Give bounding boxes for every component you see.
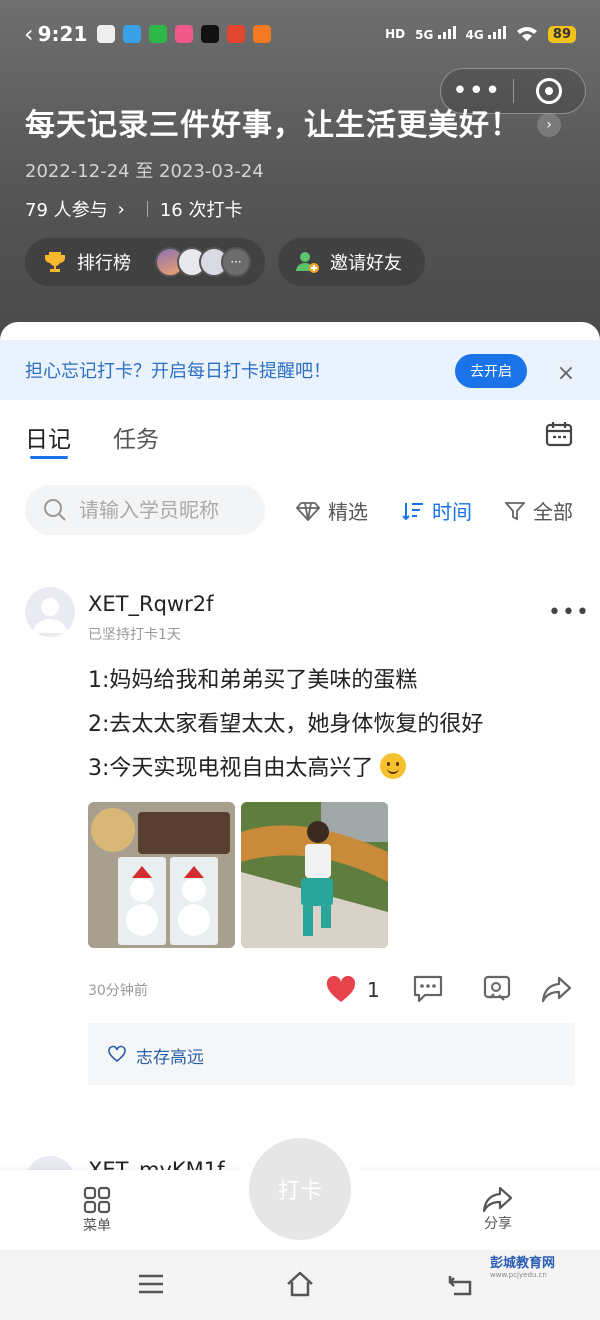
camp-date-range: 2022-12-24 至 2023-03-24 bbox=[25, 161, 264, 182]
chevron-right-icon[interactable]: › bbox=[537, 113, 561, 137]
back-arrow-icon[interactable]: ‹ bbox=[24, 20, 34, 48]
search-icon bbox=[44, 499, 66, 521]
signal-4g: 4G bbox=[466, 26, 506, 42]
liker-name[interactable]: 志存高远 bbox=[136, 1043, 204, 1068]
smile-emoji-icon bbox=[380, 753, 407, 779]
app-icon bbox=[227, 25, 246, 43]
signal-5g: 5G bbox=[415, 26, 456, 42]
post-timestamp: 30分钟前 bbox=[88, 983, 148, 999]
search-input[interactable] bbox=[79, 498, 249, 522]
leaderboard-avatars: ··· bbox=[155, 247, 251, 277]
watermark-logo: 彭城教育网 www.pcjyedu.cn bbox=[490, 1256, 556, 1279]
share-button[interactable]: 分享 bbox=[482, 1185, 514, 1233]
notification-icons bbox=[97, 25, 272, 43]
filter-time-label: 时间 bbox=[432, 500, 472, 524]
more-options-icon[interactable]: ••• bbox=[548, 600, 590, 625]
post-text-line: 1:妈妈给我和弟弟买了美味的蛋糕 bbox=[88, 668, 418, 693]
tab-diary[interactable]: 日记 bbox=[25, 420, 71, 454]
share-arrow-icon bbox=[482, 1186, 513, 1213]
signal-bars-icon bbox=[487, 26, 506, 39]
status-bar: ‹ 9:21 HD 5G 4G 89 bbox=[24, 14, 576, 54]
app-icon bbox=[253, 25, 272, 43]
share-arrow-icon[interactable] bbox=[541, 974, 573, 1004]
trophy-icon bbox=[45, 252, 65, 272]
invite-label: 邀请好友 bbox=[330, 253, 402, 274]
battery-indicator: 89 bbox=[547, 25, 576, 43]
chevron-right-icon[interactable]: › bbox=[118, 199, 125, 220]
filter-featured[interactable]: 精选 bbox=[296, 496, 368, 525]
search-bar[interactable] bbox=[25, 485, 265, 535]
post-photo-child[interactable] bbox=[241, 802, 388, 948]
menu-button[interactable]: 菜单 bbox=[82, 1185, 112, 1235]
back-icon[interactable] bbox=[444, 1270, 474, 1298]
status-right: HD 5G 4G 89 bbox=[385, 25, 576, 43]
close-miniprogram-icon[interactable] bbox=[514, 78, 586, 104]
post-text-line: 2:去太太家看望太太，她身体恢复的很好 bbox=[88, 712, 484, 737]
diamond-icon bbox=[296, 501, 320, 521]
filter-featured-label: 精选 bbox=[328, 500, 368, 524]
participants-count[interactable]: 79 人参与 bbox=[25, 196, 108, 222]
active-tab-indicator bbox=[30, 456, 68, 459]
avatar[interactable] bbox=[25, 587, 75, 637]
more-icon[interactable]: ••• bbox=[441, 78, 513, 104]
status-time: 9:21 bbox=[37, 22, 88, 46]
leaderboard-label: 排行榜 bbox=[77, 253, 131, 274]
tab-bar: 日记 任务 bbox=[25, 420, 159, 454]
filter-icon bbox=[505, 501, 525, 520]
app-icon bbox=[175, 25, 194, 43]
enable-reminder-button[interactable]: 去开启 bbox=[455, 354, 527, 388]
signal-bars-icon bbox=[437, 26, 456, 39]
post-text-line-3: 3:今天实现电视自由太高兴了 bbox=[88, 750, 407, 782]
tab-tasks[interactable]: 任务 bbox=[113, 420, 159, 454]
heart-filled-icon[interactable] bbox=[326, 975, 356, 1003]
comment-icon[interactable] bbox=[412, 974, 444, 1004]
invite-friends-button[interactable]: 邀请好友 bbox=[278, 238, 425, 286]
post-username[interactable]: XET_Rqwr2f bbox=[88, 592, 213, 616]
app-icon bbox=[201, 25, 220, 43]
grid-menu-icon bbox=[83, 1186, 111, 1214]
share-label: 分享 bbox=[484, 1216, 512, 1232]
wifi-icon bbox=[516, 27, 537, 41]
filter-all[interactable]: 全部 bbox=[505, 496, 573, 525]
filter-all-label: 全部 bbox=[533, 500, 573, 524]
post-photo-cake[interactable] bbox=[88, 802, 235, 948]
review-icon[interactable] bbox=[482, 974, 514, 1004]
checkin-count: 16 次打卡 bbox=[159, 200, 243, 221]
camp-header: ‹ 9:21 HD 5G 4G 89 ••• 每天记录三件好事，让生活更美好！ … bbox=[0, 0, 600, 345]
menu-label: 菜单 bbox=[83, 1218, 111, 1234]
sort-icon bbox=[402, 502, 423, 520]
close-icon[interactable]: × bbox=[556, 363, 576, 385]
camp-title: 每天记录三件好事，让生活更美好！ bbox=[25, 108, 521, 143]
app-icon bbox=[97, 25, 116, 43]
add-person-icon bbox=[296, 252, 319, 273]
reminder-text: 担心忘记打卡？开启每日打卡提醒吧！ bbox=[25, 361, 331, 382]
heart-outline-icon bbox=[108, 1045, 126, 1063]
camp-stats: 79 人参与 › 16 次打卡 bbox=[25, 196, 242, 222]
leaderboard-button[interactable]: 排行榜 ··· bbox=[25, 238, 265, 286]
like-count: 1 bbox=[367, 978, 380, 1002]
menu-lines-icon[interactable] bbox=[136, 1270, 166, 1298]
calendar-icon[interactable] bbox=[545, 420, 573, 448]
app-icon bbox=[149, 25, 168, 43]
comment-box: 志存高远 bbox=[88, 1023, 575, 1085]
hd-indicator: HD bbox=[385, 27, 406, 41]
app-icon bbox=[123, 25, 142, 43]
filter-time[interactable]: 时间 bbox=[402, 496, 472, 525]
more-avatars-icon: ··· bbox=[221, 247, 251, 277]
checkin-button[interactable]: 打卡 bbox=[249, 1138, 351, 1240]
home-icon[interactable] bbox=[285, 1270, 315, 1298]
post-streak: 已坚持打卡1天 bbox=[88, 627, 181, 643]
